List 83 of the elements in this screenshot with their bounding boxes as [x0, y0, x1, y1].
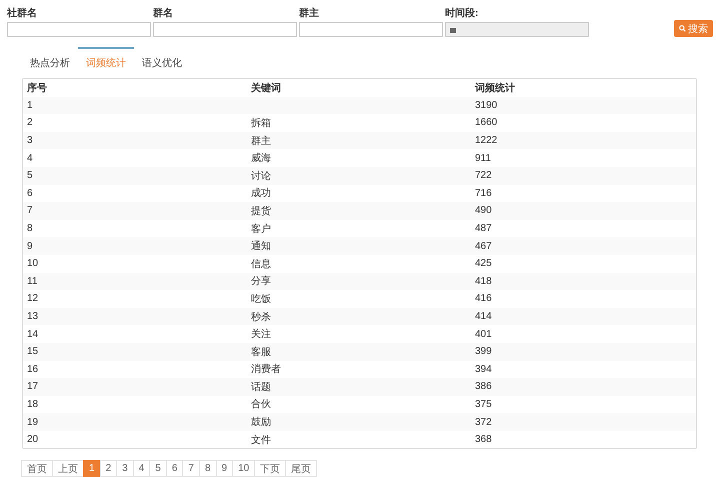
table-cell-text: 399: [474, 346, 493, 358]
table-cell-text: 讨论: [250, 170, 272, 183]
table-cell-text: 群主: [250, 134, 272, 148]
table-cell-text: 吃饭: [250, 292, 272, 306]
page-button[interactable]: 首页: [21, 460, 53, 477]
table-cell-text: 416: [474, 293, 493, 304]
table-cell-text: 425: [474, 258, 493, 270]
table-cell-text: 3190: [474, 100, 498, 111]
table-cell-text: 467: [474, 240, 493, 252]
table-cell-text: 401: [474, 328, 493, 340]
table-cell-text: 722: [474, 170, 493, 182]
field-label: 群名: [153, 6, 174, 20]
table-cell-text: 10: [26, 258, 40, 270]
search-icon: [679, 25, 686, 32]
table-cell-text: 11: [26, 276, 38, 287]
table-cell-text: 375: [474, 398, 493, 410]
table-cell-text: 5: [26, 170, 34, 182]
table-cell-text: 14: [26, 328, 40, 340]
table-cell-text: 合伙: [250, 398, 272, 412]
page-button[interactable]: 尾页: [285, 460, 318, 477]
table-cell-text: 17: [26, 381, 40, 392]
table-cell-text: 分享: [250, 274, 272, 288]
input-field[interactable]: [153, 22, 297, 37]
table-cell-text: 18: [26, 398, 40, 410]
input-field[interactable]: [299, 22, 443, 37]
table-cell-text: 716: [474, 188, 493, 199]
page-button[interactable]: 上页: [52, 460, 84, 477]
table-cell-text: 8: [26, 223, 34, 234]
field-label: 社群名: [7, 6, 38, 20]
table-cell-text: 386: [474, 381, 493, 392]
table-cell-text: 信息: [250, 258, 272, 271]
table-cell-text: 秒杀: [250, 310, 272, 324]
table-cell-text: 16: [26, 364, 40, 375]
table-cell-text: 9: [26, 240, 34, 252]
table-cell-text: 394: [474, 364, 493, 375]
column-header: 序号: [26, 81, 48, 95]
page-button[interactable]: 7: [182, 460, 200, 477]
table-cell-text: 4: [26, 152, 34, 164]
table-cell-text: 客户: [250, 222, 272, 236]
column-header: 关键词: [250, 82, 282, 95]
table-cell-text: 368: [474, 434, 493, 446]
table-cell-text: 487: [474, 223, 493, 234]
column-header: 词频统计: [474, 82, 516, 95]
tab[interactable]: 语义优化: [134, 47, 190, 74]
table-cell-text: 1222: [474, 135, 498, 146]
table-cell-text: 372: [474, 416, 493, 428]
input-field[interactable]: [7, 22, 151, 37]
table-cell-text: 通知: [250, 240, 272, 254]
table-cell-text: 提货: [250, 204, 272, 218]
calendar-icon: [450, 26, 456, 32]
page-button[interactable]: 3: [116, 460, 134, 477]
table-cell-text: 911: [474, 152, 492, 164]
table-cell-text: 490: [474, 205, 493, 216]
table-cell-text: 20: [26, 434, 40, 446]
table-cell-text: 12: [26, 293, 40, 304]
tab[interactable]: 热点分析: [22, 47, 78, 74]
page-button[interactable]: 10: [232, 460, 256, 477]
table-cell-text: 鼓励: [250, 416, 272, 430]
field-label: 群主: [299, 6, 320, 20]
table-cell-text: 19: [26, 416, 40, 428]
field-label: 时间段:: [445, 6, 480, 20]
date-range-field[interactable]: [445, 22, 589, 37]
table-cell-text: 文件: [250, 434, 272, 447]
table-cell-text: 414: [474, 311, 493, 322]
page-button[interactable]: 下页: [254, 460, 286, 477]
table-cell-text: 1660: [474, 117, 498, 128]
table-cell-text: 拆箱: [250, 116, 272, 130]
table-cell-text: 2: [26, 117, 34, 128]
table-cell-text: 客服: [250, 346, 272, 359]
table-cell-text: 3: [26, 135, 34, 146]
table-cell-text: 消费者: [250, 362, 282, 376]
page-button[interactable]: 5: [149, 460, 167, 477]
table-cell-text: 1: [26, 100, 34, 111]
table-cell-text: 关注: [250, 328, 272, 342]
page-button[interactable]: 8: [198, 460, 216, 477]
table-cell-text: 15: [26, 346, 40, 358]
table-cell-text: 418: [474, 276, 493, 287]
table-cell-text: 话题: [250, 380, 272, 394]
table-cell-text: 13: [26, 311, 40, 322]
table-cell-text: 威海: [250, 152, 272, 166]
table-cell-text: 7: [26, 205, 34, 216]
table-cell-text: 6: [26, 188, 34, 199]
table-cell-text: 成功: [250, 186, 272, 200]
